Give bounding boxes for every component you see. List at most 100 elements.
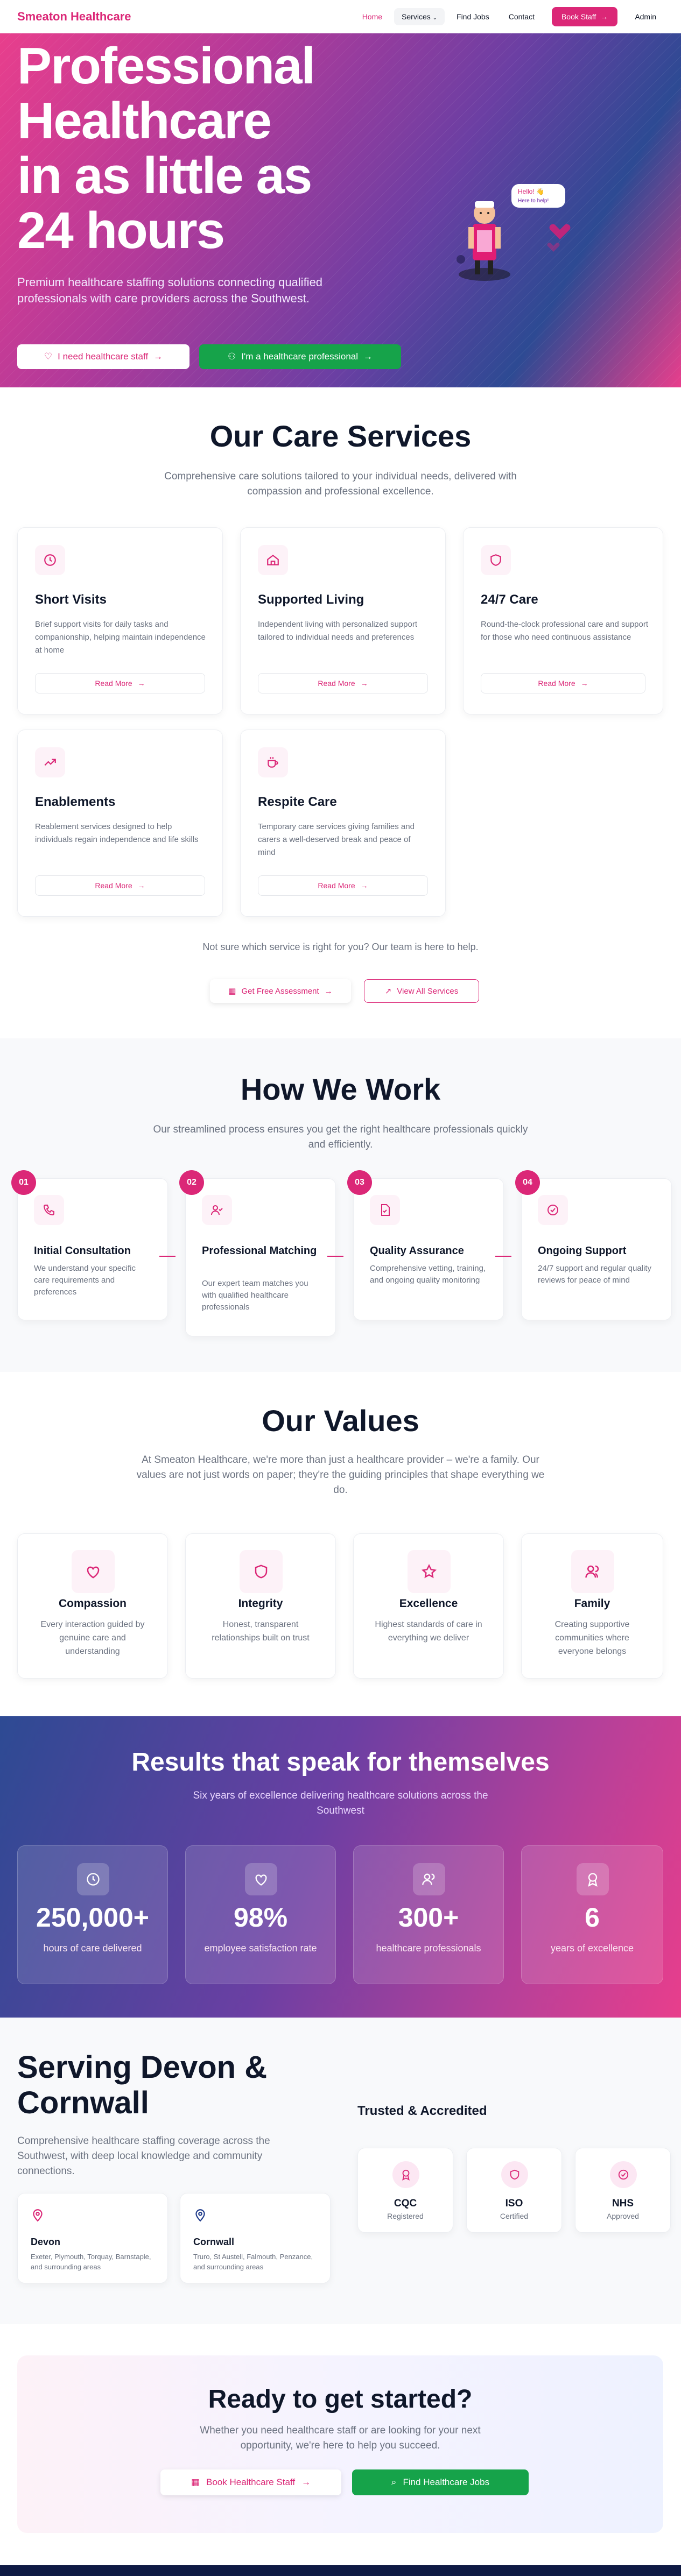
nav-services[interactable]: Services ⌄ [394, 8, 445, 25]
services-subtitle: Comprehensive care solutions tailored to… [164, 471, 517, 497]
map-pin-icon [193, 2207, 207, 2225]
arrow-right-icon: → [580, 679, 588, 688]
hero-title: Professional Healthcare in as little as … [17, 39, 315, 258]
value-title: Family [574, 1597, 610, 1610]
nav-admin[interactable]: Admin [627, 8, 664, 25]
arrow-right-icon: → [360, 679, 368, 688]
calendar-icon: ▦ [191, 2477, 200, 2487]
professional-label: I'm a healthcare professional [241, 351, 359, 362]
value-card-family: Family Creating supportive communities w… [521, 1533, 663, 1679]
home-icon [258, 545, 288, 575]
need-staff-label: I need healthcare staff [58, 351, 149, 362]
star-icon [408, 1550, 451, 1593]
service-title: Supported Living [258, 592, 364, 607]
step-title: Initial Consultation [34, 1245, 131, 1257]
calendar-icon: ▦ [228, 987, 236, 996]
hero-subtitle: Premium healthcare staffing solutions co… [17, 275, 323, 305]
accreditation-nhs: NHS Approved [575, 2148, 671, 2233]
region-areas: Exeter, Plymouth, Torquay, Barnstaple, a… [31, 2253, 151, 2271]
values-section: Our Values At Smeaton Healthcare, we're … [0, 1372, 681, 1716]
service-desc: Temporary care services giving families … [258, 822, 415, 857]
accreditation-status: Approved [607, 2212, 639, 2220]
value-card-compassion: Compassion Every interaction guided by g… [17, 1533, 168, 1679]
check-badge-icon [610, 2161, 637, 2188]
stat-card: 250,000+ hours of care delivered [17, 1845, 168, 1984]
service-card-short-visits: Short Visits Brief support visits for da… [17, 527, 223, 714]
how-section: How We Work Our streamlined process ensu… [0, 1038, 681, 1372]
service-title: Enablements [35, 795, 116, 809]
value-desc: Highest standards of care in everything … [375, 1620, 482, 1643]
read-more-button[interactable]: Read More → [258, 673, 428, 693]
brand-logo[interactable]: Smeaton Healthcare [17, 10, 131, 24]
find-jobs-button[interactable]: ⌕ Find Healthcare Jobs [352, 2469, 529, 2495]
step-card: 01 Initial Consultation We understand yo… [11, 1170, 168, 1320]
search-icon: ⌕ [391, 2477, 397, 2487]
read-more-label: Read More [318, 679, 355, 688]
read-more-button[interactable]: Read More → [258, 875, 428, 896]
book-healthcare-staff-label: Book Healthcare Staff [206, 2477, 296, 2487]
service-card-supported-living: Supported Living Independent living with… [240, 527, 446, 714]
services-section: Our Care Services Comprehensive care sol… [0, 387, 681, 1038]
stat-value: 250,000+ [36, 1902, 149, 1933]
hero: Professional Healthcare in as little as … [0, 33, 681, 387]
nav-find-jobs[interactable]: Find Jobs [449, 8, 497, 25]
check-circle-icon [538, 1195, 568, 1225]
nav-contact[interactable]: Contact [501, 8, 542, 25]
region-card-cornwall: Cornwall Truro, St Austell, Falmouth, Pe… [180, 2193, 331, 2283]
accreditation-iso: ISO Certified [466, 2148, 562, 2233]
book-staff-label: Book Staff [561, 12, 596, 21]
step-title: Quality Assurance [370, 1245, 464, 1257]
read-more-button[interactable]: Read More → [35, 673, 205, 693]
professional-button[interactable]: ⚇ I'm a healthcare professional → [199, 344, 401, 369]
hero-title-line: Healthcare [17, 92, 272, 150]
service-card-enablements: Enablements Reablement services designed… [17, 730, 223, 917]
region-areas: Truro, St Austell, Falmouth, Penzance, a… [193, 2253, 313, 2271]
value-desc: Creating supportive communities where ev… [554, 1620, 630, 1656]
hero-title-line: in as little as [17, 147, 312, 204]
stat-value: 6 [585, 1902, 600, 1933]
map-pin-icon [31, 2207, 45, 2225]
value-title: Compassion [58, 1597, 127, 1610]
service-desc: Independent living with personalized sup… [258, 620, 418, 642]
trending-up-icon [35, 747, 65, 777]
clock-icon [77, 1863, 109, 1895]
nurse-mascot-illustration: Hello! 👋 Here to help! [452, 179, 592, 289]
serving-section: Serving Devon & Cornwall Comprehensive h… [0, 2018, 681, 2324]
step-number: 02 [179, 1170, 204, 1195]
value-card-integrity: Integrity Honest, transparent relationsh… [185, 1533, 336, 1679]
need-staff-button[interactable]: ♡ I need healthcare staff → [17, 344, 189, 369]
footer-strip [0, 2565, 681, 2576]
arrow-right-icon: → [360, 881, 368, 890]
phone-icon [34, 1195, 64, 1225]
stat-label: hours of care delivered [43, 1943, 142, 1954]
view-all-label: View All Services [397, 986, 459, 996]
book-healthcare-staff-button[interactable]: ▦ Book Healthcare Staff → [160, 2469, 341, 2495]
nav-home[interactable]: Home [355, 8, 390, 25]
arrow-right-icon: → [137, 679, 145, 688]
free-assessment-button[interactable]: ▦ Get Free Assessment → [210, 979, 351, 1003]
how-title: How We Work [240, 1072, 441, 1106]
value-desc: Honest, transparent relationships built … [212, 1620, 310, 1643]
shield-icon [501, 2161, 528, 2188]
step-connector [327, 1256, 343, 1257]
user-check-icon [202, 1195, 232, 1225]
book-staff-button[interactable]: Book Staff → [551, 6, 618, 26]
arrow-right-icon: → [137, 881, 145, 890]
stat-card: 300+ healthcare professionals [353, 1845, 504, 1984]
service-desc: Round-the-clock professional care and su… [481, 620, 649, 642]
step-card: 04 Ongoing Support 24/7 support and regu… [515, 1170, 672, 1320]
arrow-right-icon: → [324, 986, 333, 996]
region-name: Devon [31, 2237, 61, 2247]
how-subtitle: Our streamlined process ensures you get … [153, 1124, 528, 1150]
read-more-button[interactable]: Read More → [481, 673, 645, 693]
stat-label: healthcare professionals [376, 1943, 481, 1954]
users-icon [571, 1550, 614, 1593]
view-all-services-button[interactable]: ↗ View All Services [364, 979, 479, 1003]
top-nav: Smeaton Healthcare Home Services ⌄ Find … [0, 0, 681, 33]
clock-icon [35, 545, 65, 575]
step-desc: Comprehensive vetting, training, and ong… [370, 1264, 486, 1285]
value-title: Excellence [399, 1597, 458, 1610]
cta-subtitle: Whether you need healthcare staff or are… [200, 2425, 481, 2451]
nav-links: Home Services ⌄ Find Jobs Contact Book S… [355, 6, 664, 26]
read-more-button[interactable]: Read More → [35, 875, 205, 896]
